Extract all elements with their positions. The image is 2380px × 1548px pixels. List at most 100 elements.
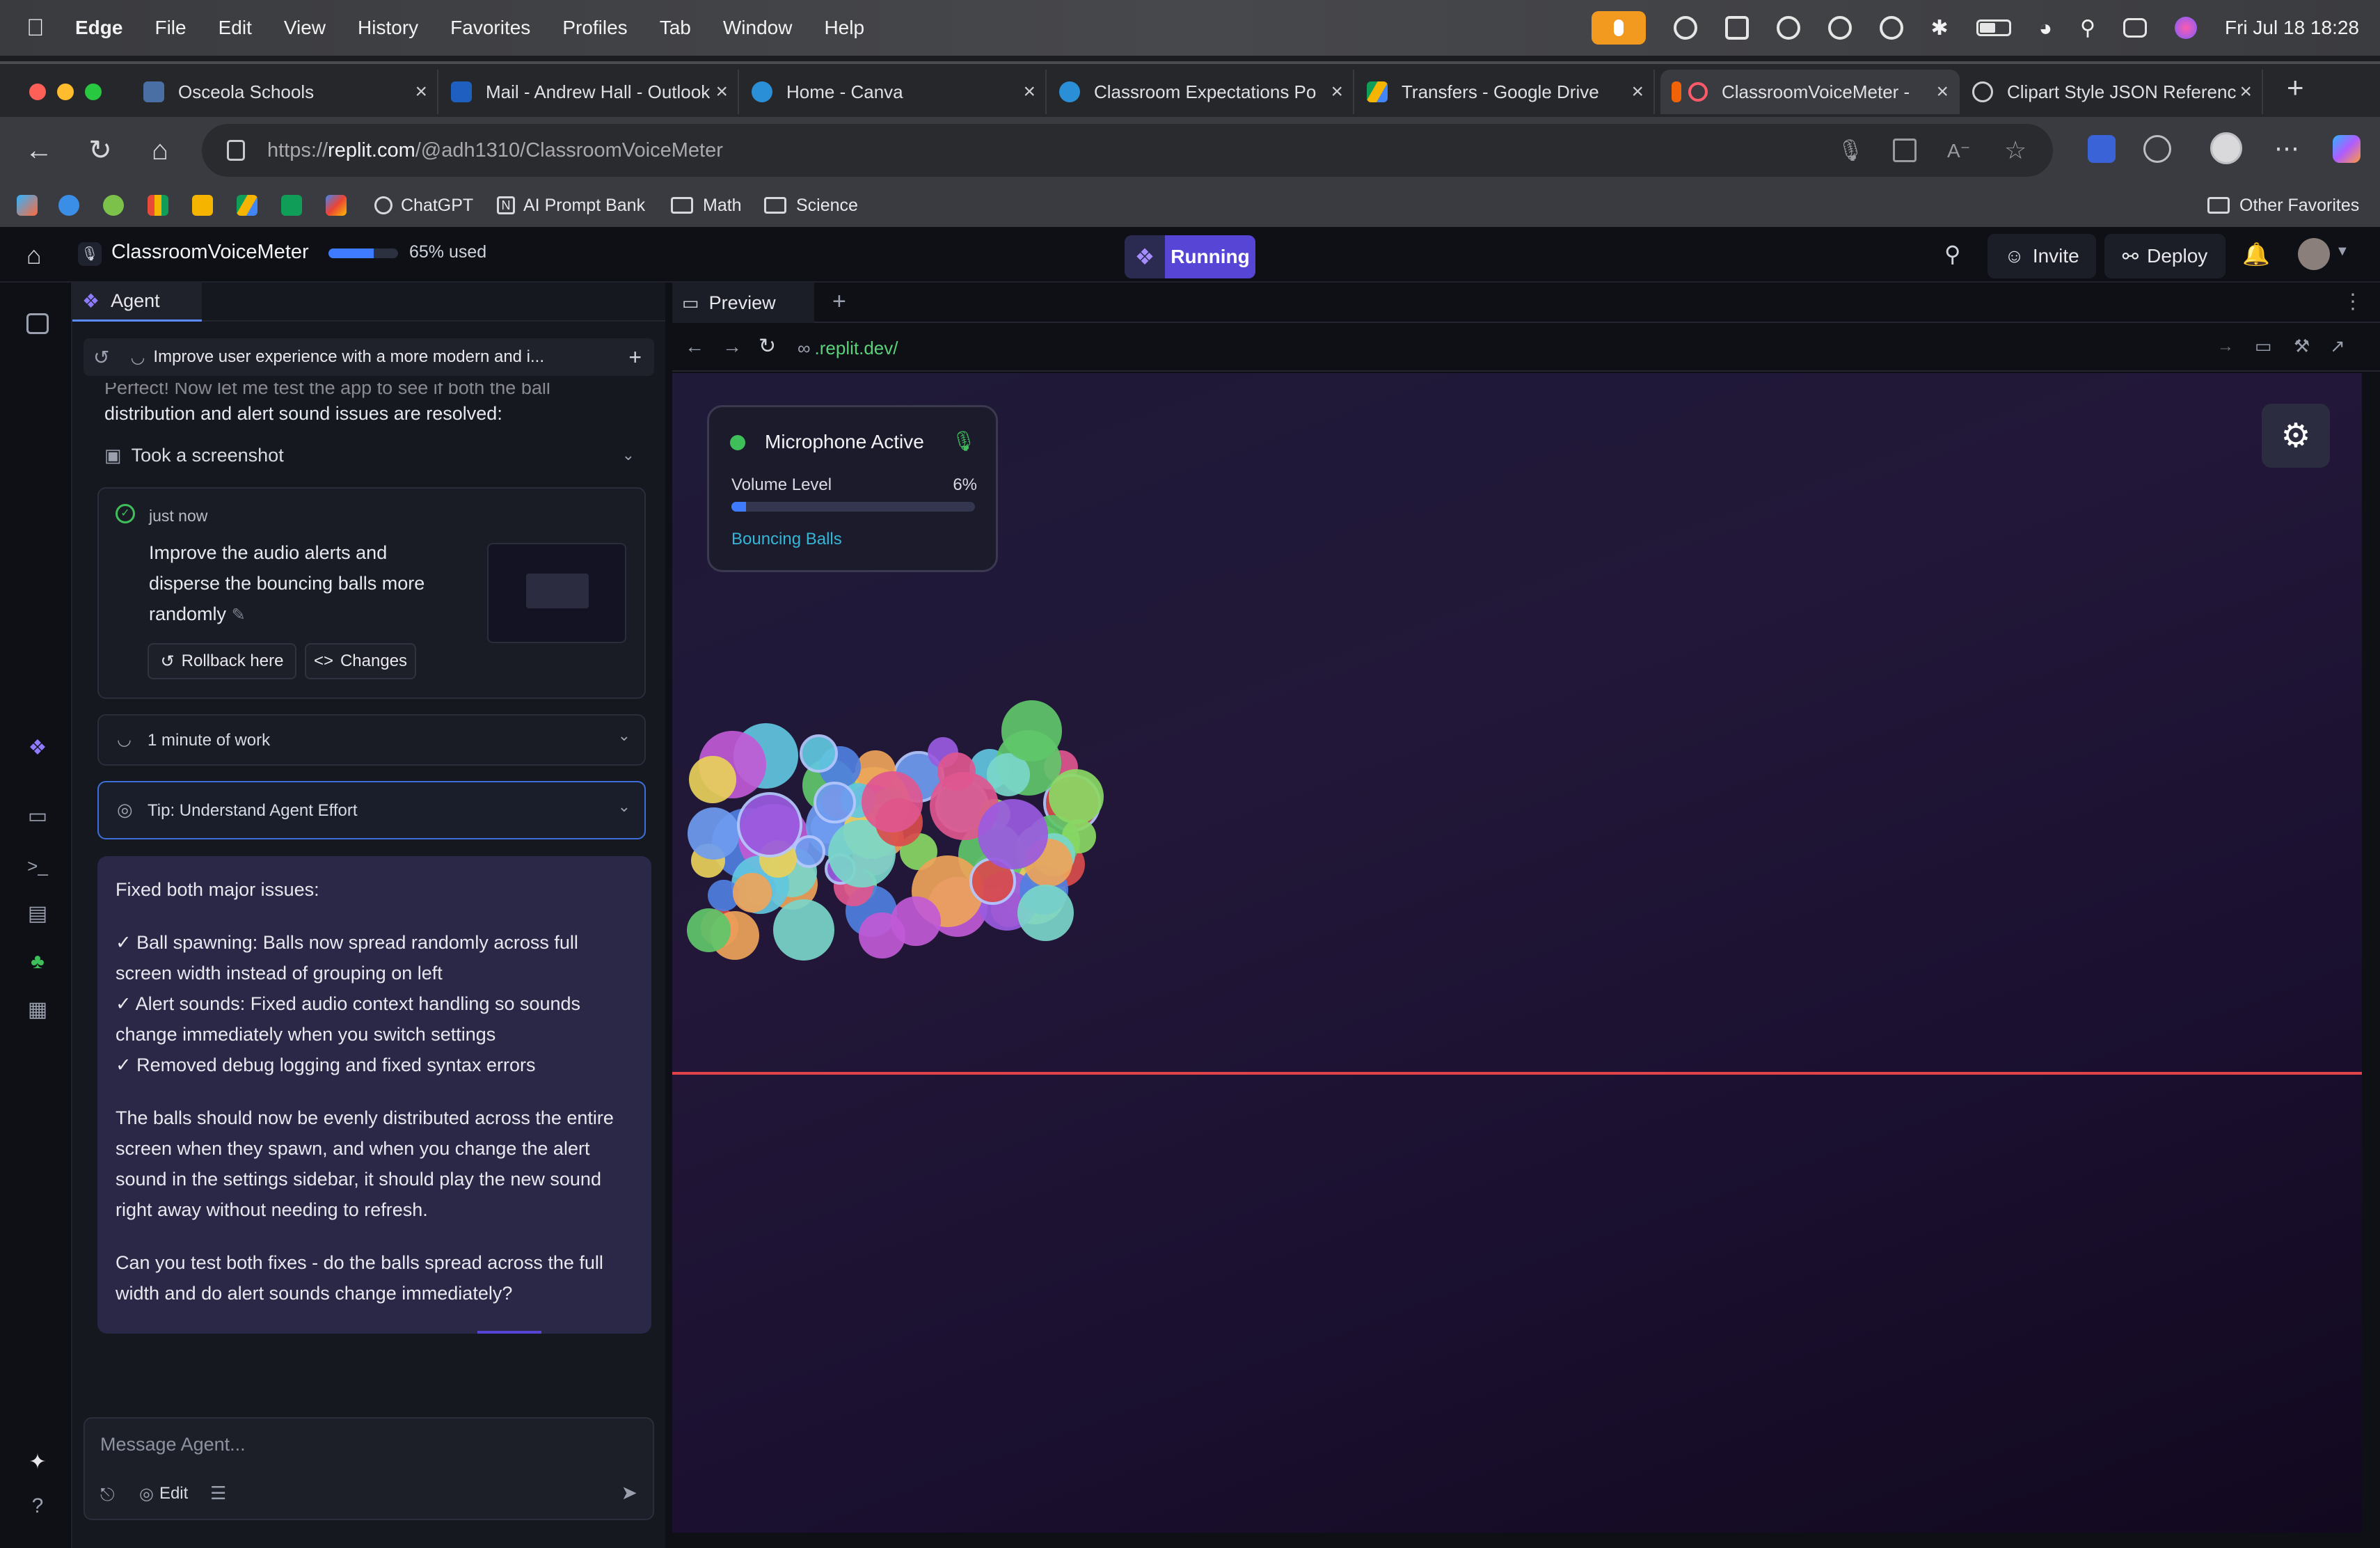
deployments-icon[interactable]: ♣ [24,948,51,976]
attach-paperclip-icon[interactable]: ⎋ [100,1484,115,1506]
favorite-chatgpt[interactable]: ChatGPT [374,192,473,219]
tab-osceola-schools[interactable]: Osceola Schools × [132,70,438,114]
changes-button[interactable]: <> Changes [305,643,416,679]
favorite-folder-science[interactable]: Science [764,192,858,219]
favorite-drive[interactable] [237,192,266,219]
home-icon[interactable]: ⌂ [26,241,42,270]
help-icon[interactable]: ? [24,1492,51,1520]
search-icon[interactable]: ⚲ [1944,241,1960,267]
favorite-link[interactable] [103,192,132,219]
add-tab-icon[interactable]: + [832,288,846,315]
preview-reload-icon[interactable]: ↻ [759,334,776,358]
files-icon[interactable] [26,313,49,334]
menubar-clock[interactable]: Fri Jul 18 18:28 [2225,17,2359,39]
microphone-in-use-icon[interactable] [1591,11,1646,45]
tab-classroom-expectations[interactable]: Classroom Expectations Po × [1048,70,1354,114]
window-zoom-button[interactable] [85,84,102,100]
more-options-icon[interactable]: ⋯ [2274,134,2299,163]
tab-outlook[interactable]: Mail - Andrew Hall - Outlook × [440,70,739,114]
preview-back-icon[interactable]: ← [685,335,704,358]
new-thread-icon[interactable]: + [628,345,642,370]
favorite-onedrive[interactable] [58,192,88,219]
send-icon[interactable]: ➤ [621,1481,637,1504]
favorite-folder-other[interactable]: Other Favorites [2207,192,2359,219]
chevron-down-icon[interactable]: ⌄ [622,446,635,464]
history-icon[interactable]: ↺ [93,346,109,369]
new-tab-icon[interactable]: + [2287,71,2304,104]
apple-menu-icon[interactable]:  [26,16,47,40]
message-composer[interactable]: Message Agent... ⎋ ◎ Edit ☰ ➤ [84,1417,654,1520]
tab-agent[interactable]: ❖ Agent [72,283,202,322]
edit-pencil-icon[interactable]: ✎ [232,606,246,624]
work-summary-row[interactable]: ◡ 1 minute of work ⌄ [97,714,646,766]
tab-canva[interactable]: Home - Canva × [740,70,1047,114]
extension-shield-icon[interactable] [2088,135,2116,163]
back-arrow-icon[interactable]: ← [19,131,58,170]
close-tab-icon[interactable]: × [1023,80,1036,104]
tab-classroomvoicemeter[interactable]: ClassroomVoiceMeter - × [1660,70,1960,114]
window-minimize-button[interactable] [57,84,74,100]
message-input[interactable]: Message Agent... [100,1434,246,1455]
chevron-down-icon[interactable]: ⌄ [618,727,630,745]
read-aloud-icon[interactable]: A⁻ [1947,139,1970,162]
screenshot-action-row[interactable]: ▣ Took a screenshot ⌄ [104,440,640,471]
menu-tab[interactable]: Tab [660,17,691,39]
menu-file[interactable]: File [154,17,186,39]
close-tab-icon[interactable]: × [1331,80,1343,104]
preview-monitor-icon[interactable]: ▭ [24,802,51,830]
favorite-star-icon[interactable]: ☆ [2004,136,2026,165]
openai-icon[interactable] [1827,16,1852,40]
menu-app-name[interactable]: Edge [75,17,122,39]
drive-icon[interactable] [1724,16,1749,40]
tab-preview[interactable]: ▭ Preview [672,283,814,323]
favorite-sheets-2[interactable] [281,192,310,219]
edit-mode-button[interactable]: ◎ Edit [139,1480,188,1508]
menu-view[interactable]: View [284,17,326,39]
mode-link[interactable]: Bouncing Balls [731,530,842,549]
location-icon[interactable] [1776,16,1800,40]
close-tab-icon[interactable]: × [415,80,427,104]
status-app-icon[interactable] [1673,16,1697,40]
tip-card[interactable]: ◎ Tip: Understand Agent Effort ⌄ [97,781,646,839]
favorite-keep[interactable] [192,192,221,219]
profile-avatar-icon[interactable] [2210,132,2242,164]
favorite-sheets[interactable] [148,192,177,219]
window-close-button[interactable] [29,84,46,100]
rollback-button[interactable]: ↺ Rollback here [148,643,296,679]
read-aloud-mic-icon[interactable]: 🎙 [1837,139,1864,163]
control-center-icon[interactable] [2123,18,2147,38]
invite-button[interactable]: ☺ Invite [1988,234,2096,278]
favorite-photos[interactable] [326,192,355,219]
tab-clipart-json[interactable]: Clipart Style JSON Referenc × [1961,70,2263,114]
device-preview-icon[interactable]: ▭ [2255,335,2272,357]
checkpoint-screenshot-thumbnail[interactable] [487,543,626,643]
menu-edit[interactable]: Edit [219,17,252,39]
menu-favorites[interactable]: Favorites [450,17,530,39]
menu-history[interactable]: History [358,17,418,39]
close-tab-icon[interactable]: × [1631,80,1644,104]
vpn-icon[interactable] [1879,16,1903,40]
bluetooth-icon[interactable]: ✱ [1931,16,1949,40]
battery-icon[interactable] [1976,19,2011,36]
database-icon[interactable]: ▤ [24,899,51,927]
settings-gear-button[interactable]: ⚙ [2262,404,2330,468]
sparkle-icon[interactable]: ✦ [24,1448,51,1476]
favorite-ai-prompt-bank[interactable]: N AI Prompt Bank [497,192,645,219]
home-icon[interactable]: ⌂ [141,131,180,170]
address-bar[interactable]: https://replit.com/@adh1310/ClassroomVoi… [202,124,2053,177]
shell-icon[interactable]: >_ [24,852,51,880]
deploy-button[interactable]: ⚯ Deploy [2104,234,2226,278]
devtools-wrench-icon[interactable]: ⚒ [2294,335,2310,357]
pane-menu-icon[interactable]: ⋮ [2342,290,2363,314]
reload-icon[interactable]: ↻ [81,131,120,170]
preview-forward-icon[interactable]: → [722,335,742,358]
wifi-icon[interactable]: ◕ [2039,15,2052,41]
close-tab-icon[interactable]: × [1936,80,1949,104]
extensions-puzzle-icon[interactable] [2143,135,2171,163]
agent-icon[interactable]: ❖ [24,734,51,761]
menu-profiles[interactable]: Profiles [562,17,627,39]
tab-google-drive[interactable]: Transfers - Google Drive × [1356,70,1655,114]
preview-url-field[interactable]: ∞ .replit.dev/ [798,333,2189,363]
notifications-bell-icon[interactable]: 🔔 [2242,241,2270,267]
favorite-copilot[interactable] [17,192,46,219]
